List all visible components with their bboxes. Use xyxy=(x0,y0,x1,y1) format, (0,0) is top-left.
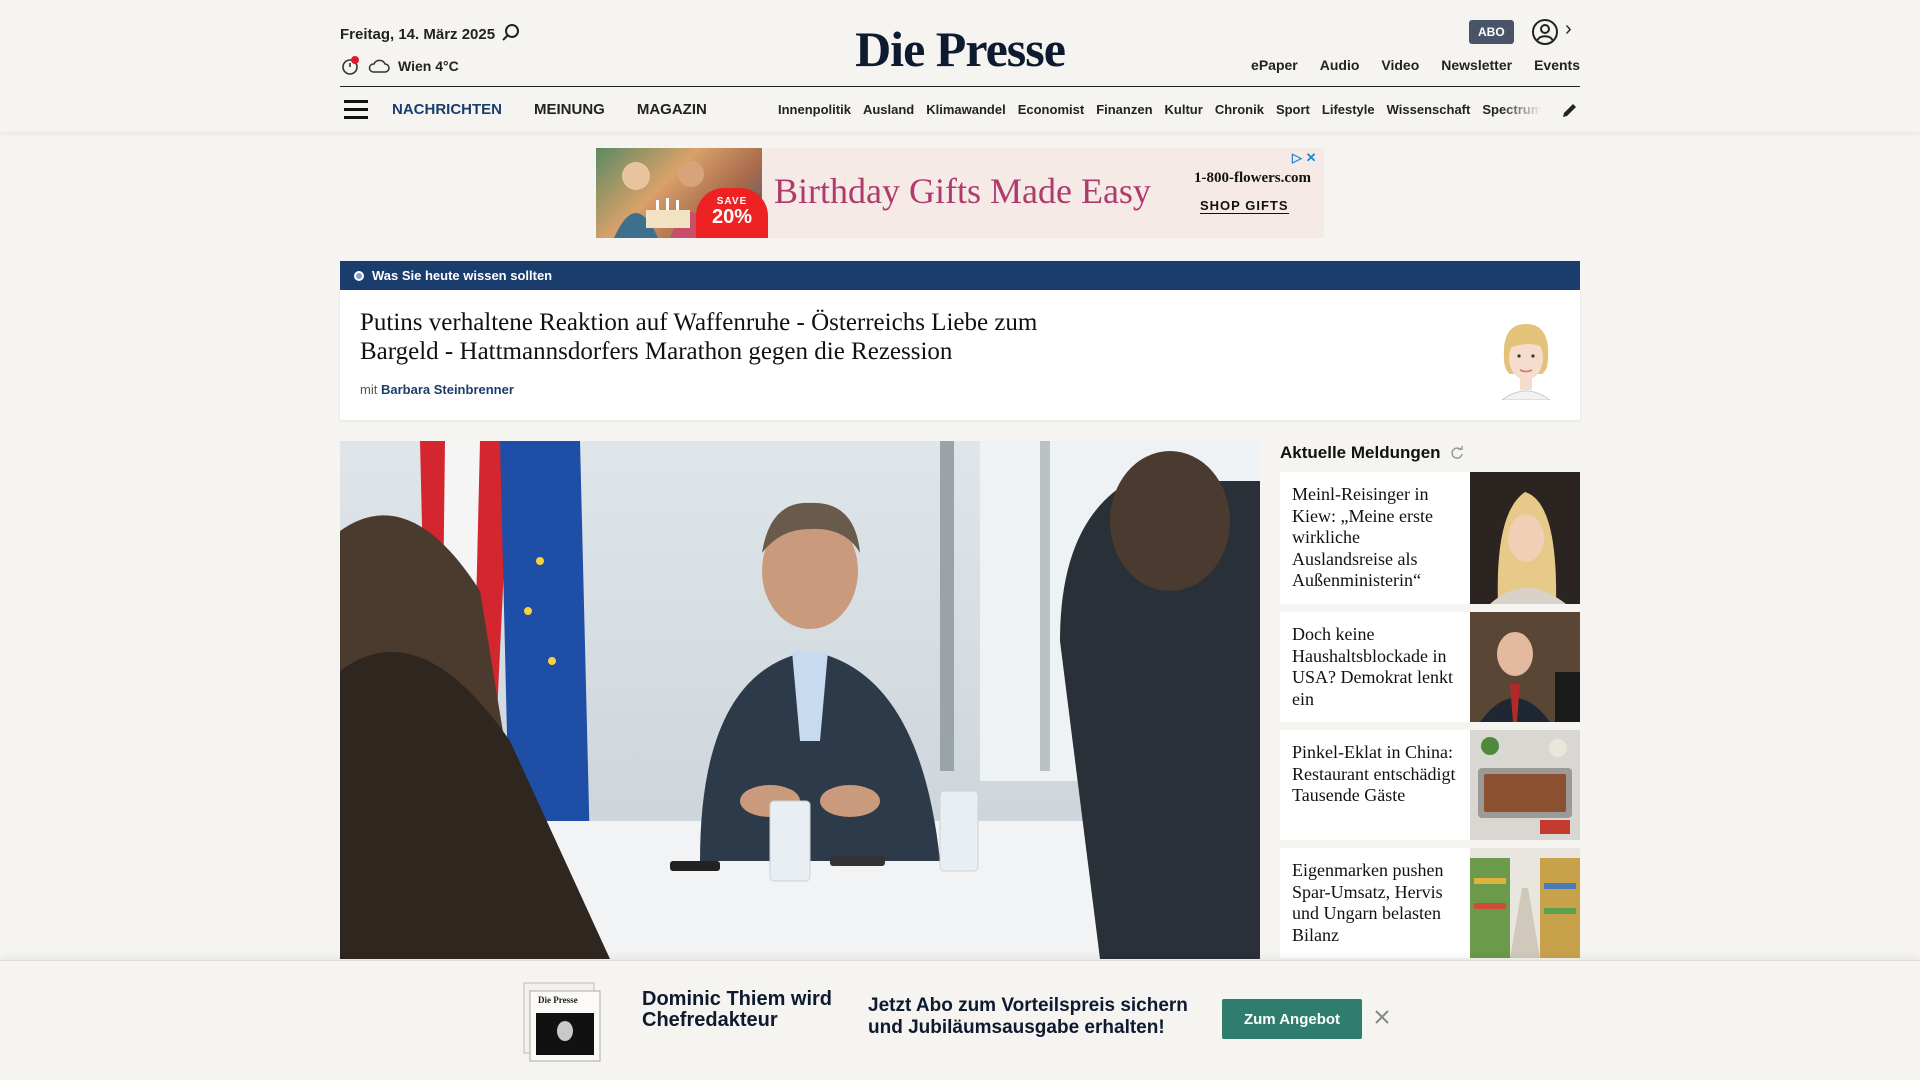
news-card-image xyxy=(1470,612,1580,722)
briefing-header[interactable]: Was Sie heute wissen sollten xyxy=(340,261,1580,290)
section-finanzen[interactable]: Finanzen xyxy=(1096,102,1152,117)
news-card-title[interactable]: Meinl-Reisinger in Kiew: „Meine erste wi… xyxy=(1292,484,1464,592)
site-logo[interactable]: Die Presse xyxy=(0,20,1920,78)
ad-shop-gifts-link[interactable]: SHOP GIFTS xyxy=(1200,198,1289,214)
link-newsletter[interactable]: Newsletter xyxy=(1441,57,1512,73)
ad-save-badge: SAVE 20% xyxy=(696,188,768,238)
main-nav: NACHRICHTEN MEINUNG MAGAZIN xyxy=(392,101,707,118)
section-nav-fade xyxy=(1500,96,1542,124)
nav-meinung[interactable]: MEINUNG xyxy=(534,101,605,118)
briefing-author-line: mit Barbara Steinbrenner xyxy=(360,382,514,397)
radio-dot-icon xyxy=(354,270,364,281)
site-header: Freitag, 14. März 2025 Wien 4°C Die Pres… xyxy=(0,0,1920,132)
ad-close-icon[interactable]: ▷ ✕ xyxy=(1292,150,1317,166)
section-klimawandel[interactable]: Klimawandel xyxy=(926,102,1005,117)
hero-image[interactable] xyxy=(340,441,1260,959)
hamburger-menu-icon[interactable] xyxy=(344,100,368,120)
banner-headline: Dominic Thiem wird Chefredakteur xyxy=(642,988,833,1031)
top-links: ePaper Audio Video Newsletter Events xyxy=(1251,57,1580,73)
pencil-icon[interactable] xyxy=(1560,100,1580,120)
briefing-label: Was Sie heute wissen sollten xyxy=(372,268,553,283)
author-illustration xyxy=(1501,324,1551,400)
banner-offer-text: Jetzt Abo zum Vorteilspreis sichern und … xyxy=(868,995,1188,1038)
news-card[interactable]: Meinl-Reisinger in Kiew: „Meine erste wi… xyxy=(1280,472,1580,604)
subscription-banner: Die Presse Dominic Thiem wird Chefredakt… xyxy=(0,960,1920,1080)
section-nav: Innenpolitik Ausland Klimawandel Economi… xyxy=(778,102,1540,117)
user-account-icon[interactable] xyxy=(1531,18,1559,46)
aktuelle-meldungen-title[interactable]: Aktuelle Meldungen xyxy=(1280,443,1465,463)
author-prefix: mit xyxy=(360,382,378,397)
ad-save-value: 20% xyxy=(711,206,753,228)
news-card-image xyxy=(1470,730,1580,840)
svg-text:Die Presse: Die Presse xyxy=(538,995,578,1005)
news-card-title[interactable]: Eigenmarken pushen Spar-Umsatz, Hervis u… xyxy=(1292,860,1464,946)
link-audio[interactable]: Audio xyxy=(1320,57,1360,73)
section-lifestyle[interactable]: Lifestyle xyxy=(1322,102,1375,117)
link-epaper[interactable]: ePaper xyxy=(1251,57,1298,73)
zum-angebot-button[interactable]: Zum Angebot xyxy=(1222,999,1362,1039)
close-icon[interactable] xyxy=(1372,1007,1392,1027)
sidebar-title-text: Aktuelle Meldungen xyxy=(1280,443,1441,462)
section-wissenschaft[interactable]: Wissenschaft xyxy=(1387,102,1471,117)
link-video[interactable]: Video xyxy=(1381,57,1419,73)
chevron-right-icon[interactable]: › xyxy=(1565,18,1572,41)
news-card-image xyxy=(1470,848,1580,958)
section-chronik[interactable]: Chronik xyxy=(1215,102,1264,117)
section-ausland[interactable]: Ausland xyxy=(863,102,914,117)
ad-brand: 1-800-flowers.com xyxy=(1194,170,1312,186)
section-innenpolitik[interactable]: Innenpolitik xyxy=(778,102,851,117)
news-card-title[interactable]: Doch keine Haushaltsblockade in USA? Dem… xyxy=(1292,624,1464,710)
refresh-icon xyxy=(1450,446,1463,459)
section-kultur[interactable]: Kultur xyxy=(1165,102,1203,117)
news-card[interactable]: Pinkel-Eklat in China: Restaurant entsch… xyxy=(1280,730,1580,840)
abo-button[interactable]: ABO xyxy=(1469,20,1514,44)
author-name[interactable]: Barbara Steinbrenner xyxy=(381,382,514,397)
news-card[interactable]: Eigenmarken pushen Spar-Umsatz, Hervis u… xyxy=(1280,848,1580,958)
link-events[interactable]: Events xyxy=(1534,57,1580,73)
ad-headline: Birthday Gifts Made Easy xyxy=(774,171,1151,211)
briefing-card[interactable]: Putins verhaltene Reaktion auf Waffenruh… xyxy=(340,290,1580,420)
header-divider xyxy=(340,86,1580,87)
nav-magazin[interactable]: MAGAZIN xyxy=(637,101,707,118)
nav-nachrichten[interactable]: NACHRICHTEN xyxy=(392,101,502,118)
news-card[interactable]: Doch keine Haushaltsblockade in USA? Dem… xyxy=(1280,612,1580,722)
news-card-title[interactable]: Pinkel-Eklat in China: Restaurant entsch… xyxy=(1292,742,1464,807)
section-economist[interactable]: Economist xyxy=(1018,102,1084,117)
newspaper-thumbnail: Die Presse xyxy=(523,982,601,1062)
news-card-image xyxy=(1470,472,1580,604)
advertisement-banner[interactable]: SAVE 20% Birthday Gifts Made Easy 1-800-… xyxy=(596,148,1324,238)
briefing-title[interactable]: Putins verhaltene Reaktion auf Waffenruh… xyxy=(360,308,1060,366)
section-sport[interactable]: Sport xyxy=(1276,102,1310,117)
